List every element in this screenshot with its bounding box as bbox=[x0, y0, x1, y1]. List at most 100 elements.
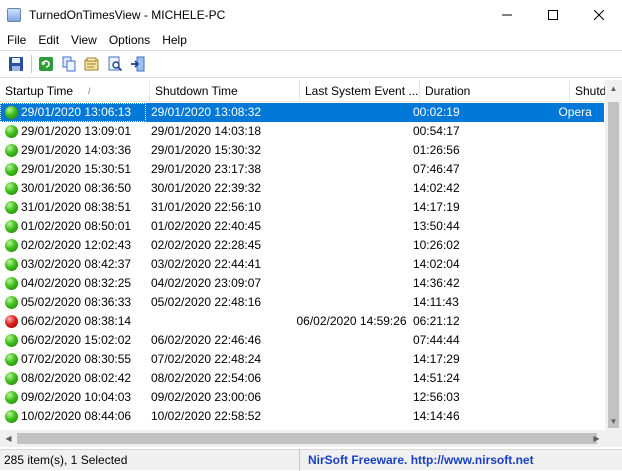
scroll-down-arrow[interactable]: ▼ bbox=[605, 413, 622, 430]
status-green-icon bbox=[5, 125, 18, 138]
cell-duration: 06:21:12 bbox=[408, 312, 554, 331]
status-green-icon bbox=[5, 353, 18, 366]
cell-duration-text: 14:51:24 bbox=[412, 371, 460, 385]
status-green-icon bbox=[5, 201, 18, 214]
scroll-left-arrow[interactable]: ◀ bbox=[0, 430, 17, 447]
cell-last-system-event bbox=[292, 274, 408, 293]
table-row[interactable]: 07/02/2020 08:30:55 07/02/2020 22:48:24 14… bbox=[0, 350, 604, 369]
cell-shutdown-type bbox=[553, 312, 604, 331]
cell-startup-time: 08/02/2020 08:02:42 bbox=[0, 369, 146, 388]
cell-startup-time-text: 29/01/2020 13:06:13 bbox=[21, 105, 132, 119]
cell-shutdown-time-text: 01/02/2020 22:40:45 bbox=[151, 219, 262, 233]
find-button[interactable] bbox=[104, 53, 126, 75]
cell-shutdown-time: 29/01/2020 14:03:18 bbox=[146, 122, 292, 141]
copy-button[interactable] bbox=[58, 53, 80, 75]
cell-duration: 14:11:43 bbox=[408, 293, 554, 312]
save-button[interactable] bbox=[5, 53, 27, 75]
cell-duration: 12:56:03 bbox=[408, 388, 554, 407]
cell-shutdown-time-text: 29/01/2020 13:08:32 bbox=[151, 105, 262, 119]
cell-last-system-event bbox=[291, 103, 408, 122]
cell-startup-time-text: 31/01/2020 08:38:51 bbox=[21, 200, 132, 214]
cell-last-system-event bbox=[292, 407, 408, 426]
cell-last-system-event bbox=[292, 217, 408, 236]
cell-startup-time-text: 01/02/2020 08:50:01 bbox=[21, 219, 132, 233]
cell-duration-text: 00:54:17 bbox=[412, 124, 460, 138]
table-row[interactable]: 30/01/2020 08:36:50 30/01/2020 22:39:32 14… bbox=[0, 179, 604, 198]
app-icon bbox=[7, 8, 21, 22]
results-list[interactable]: Startup Time / Shutdown Time Last System… bbox=[0, 80, 622, 447]
title-bar: TurnedOnTimesView - MICHELE-PC bbox=[0, 0, 622, 30]
column-header-last-system-event[interactable]: Last System Event ... bbox=[300, 80, 420, 102]
cell-duration: 14:17:19 bbox=[408, 198, 554, 217]
column-header-shutdown-time[interactable]: Shutdown Time bbox=[150, 80, 300, 102]
nirsoft-link[interactable]: NirSoft Freeware. http://www.nirsoft.net bbox=[300, 450, 534, 471]
cell-shutdown-time-text: 07/02/2020 22:48:24 bbox=[151, 352, 262, 366]
table-row[interactable]: 10/02/2020 08:44:06 10/02/2020 22:58:52 14… bbox=[0, 407, 604, 426]
table-row[interactable]: 01/02/2020 08:50:01 01/02/2020 22:40:45 13… bbox=[0, 217, 604, 236]
menu-help[interactable]: Help bbox=[156, 30, 193, 50]
scroll-up-arrow[interactable]: ▲ bbox=[605, 80, 622, 97]
cell-shutdown-time: 29/01/2020 15:30:32 bbox=[146, 141, 292, 160]
status-green-icon bbox=[5, 106, 18, 119]
table-row[interactable]: 29/01/2020 13:06:13 29/01/2020 13:08:32 00… bbox=[0, 103, 604, 122]
cell-duration-text: 14:36:42 bbox=[412, 276, 460, 290]
table-row[interactable]: 29/01/2020 13:09:01 29/01/2020 14:03:18 00… bbox=[0, 122, 604, 141]
cell-shutdown-time: 30/01/2020 22:39:32 bbox=[146, 179, 292, 198]
horizontal-scroll-thumb[interactable] bbox=[17, 433, 597, 444]
cell-shutdown-time: 02/02/2020 22:28:45 bbox=[146, 236, 292, 255]
table-row[interactable]: 06/02/2020 08:38:14 06/02/2020 14:59:26 06… bbox=[0, 312, 604, 331]
close-button[interactable] bbox=[576, 0, 622, 30]
menu-edit[interactable]: Edit bbox=[32, 30, 65, 50]
cell-startup-time: 07/02/2020 08:30:55 bbox=[0, 350, 146, 369]
properties-icon bbox=[84, 57, 99, 71]
maximize-button[interactable] bbox=[530, 0, 576, 30]
table-row[interactable]: 04/02/2020 08:32:25 04/02/2020 23:09:07 14… bbox=[0, 274, 604, 293]
cell-startup-time-text: 02/02/2020 12:02:43 bbox=[21, 238, 132, 252]
menu-options[interactable]: Options bbox=[103, 30, 156, 50]
table-row[interactable]: 02/02/2020 12:02:43 02/02/2020 22:28:45 10… bbox=[0, 236, 604, 255]
cell-shutdown-time-text: 02/02/2020 22:28:45 bbox=[151, 238, 262, 252]
exit-button[interactable] bbox=[127, 53, 149, 75]
vertical-scrollbar[interactable]: ▲ ▼ bbox=[605, 80, 622, 430]
scroll-right-arrow[interactable]: ▶ bbox=[588, 430, 605, 447]
cell-shutdown-type bbox=[553, 274, 604, 293]
column-header-duration[interactable]: Duration bbox=[420, 80, 570, 102]
cell-shutdown-time-text: 09/02/2020 23:00:06 bbox=[151, 390, 262, 404]
table-row[interactable]: 05/02/2020 08:36:33 05/02/2020 22:48:16 14… bbox=[0, 293, 604, 312]
cell-last-system-event bbox=[292, 179, 408, 198]
status-green-icon bbox=[5, 258, 18, 271]
minimize-button[interactable] bbox=[484, 0, 530, 30]
cell-shutdown-time-text: 29/01/2020 15:30:32 bbox=[151, 143, 262, 157]
cell-shutdown-time-text: 29/01/2020 14:03:18 bbox=[151, 124, 262, 138]
table-row[interactable]: 31/01/2020 08:38:51 31/01/2020 22:56:10 14… bbox=[0, 198, 604, 217]
save-icon bbox=[9, 57, 23, 71]
list-rows: 29/01/2020 13:06:13 29/01/2020 13:08:32 00… bbox=[0, 103, 604, 426]
properties-button[interactable] bbox=[81, 53, 103, 75]
table-row[interactable]: 08/02/2020 08:02:42 08/02/2020 22:54:06 14… bbox=[0, 369, 604, 388]
vertical-scroll-thumb[interactable] bbox=[608, 102, 619, 428]
table-row[interactable]: 03/02/2020 08:42:37 03/02/2020 22:44:41 14… bbox=[0, 255, 604, 274]
horizontal-scrollbar[interactable]: ◀ ▶ bbox=[0, 430, 605, 447]
cell-duration: 14:36:42 bbox=[408, 274, 554, 293]
cell-shutdown-type-text: Opera bbox=[558, 105, 592, 119]
cell-last-system-event bbox=[292, 388, 408, 407]
cell-last-system-event bbox=[292, 350, 408, 369]
menu-view[interactable]: View bbox=[65, 30, 103, 50]
column-header-startup-time[interactable]: Startup Time / bbox=[0, 80, 150, 102]
table-row[interactable]: 09/02/2020 10:04:03 09/02/2020 23:00:06 12… bbox=[0, 388, 604, 407]
cell-startup-time: 02/02/2020 12:02:43 bbox=[0, 236, 146, 255]
cell-shutdown-type bbox=[553, 388, 604, 407]
refresh-icon bbox=[39, 57, 53, 71]
table-row[interactable]: 29/01/2020 15:30:51 29/01/2020 23:17:38 07… bbox=[0, 160, 604, 179]
cell-shutdown-time: 08/02/2020 22:54:06 bbox=[146, 369, 292, 388]
refresh-button[interactable] bbox=[35, 53, 57, 75]
cell-shutdown-time-text: 03/02/2020 22:44:41 bbox=[151, 257, 262, 271]
menu-file[interactable]: File bbox=[1, 30, 32, 50]
cell-shutdown-type bbox=[553, 179, 604, 198]
cell-startup-time: 05/02/2020 08:36:33 bbox=[0, 293, 146, 312]
table-row[interactable]: 29/01/2020 14:03:36 29/01/2020 15:30:32 01… bbox=[0, 141, 604, 160]
table-row[interactable]: 06/02/2020 15:02:02 06/02/2020 22:46:46 07… bbox=[0, 331, 604, 350]
cell-duration-text: 14:17:29 bbox=[412, 352, 460, 366]
cell-duration-text: 07:46:47 bbox=[412, 162, 460, 176]
cell-startup-time: 31/01/2020 08:38:51 bbox=[0, 198, 146, 217]
